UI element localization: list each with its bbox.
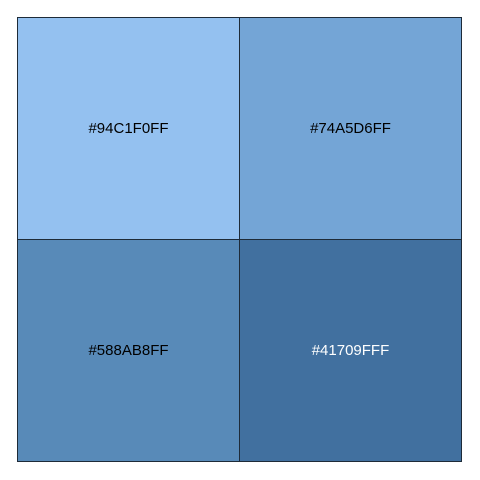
swatch-hex-label: #94C1F0FF bbox=[88, 120, 169, 137]
swatch-hex-label: #41709FFF bbox=[311, 342, 390, 359]
swatch-hex-label: #588AB8FF bbox=[88, 342, 169, 359]
color-swatch: #94C1F0FF bbox=[17, 17, 239, 239]
swatch-hex-label: #74A5D6FF bbox=[310, 120, 391, 137]
color-palette-grid: #94C1F0FF #74A5D6FF #588AB8FF #41709FFF bbox=[17, 17, 462, 462]
color-swatch: #41709FFF bbox=[239, 239, 462, 462]
color-swatch: #588AB8FF bbox=[17, 239, 239, 462]
color-swatch: #74A5D6FF bbox=[239, 17, 462, 239]
